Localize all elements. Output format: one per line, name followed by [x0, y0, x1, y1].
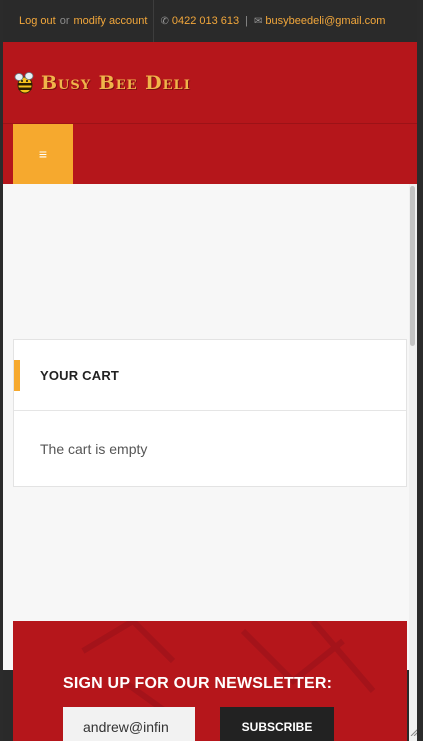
hamburger-menu-icon: ≡	[38, 146, 48, 162]
subscribe-button[interactable]: SUBSCRIBE	[220, 707, 334, 741]
or-text: or	[59, 15, 70, 27]
cart-title: YOUR CART	[40, 367, 120, 383]
scrollbar[interactable]	[409, 184, 417, 741]
phone-icon: ✆	[160, 15, 169, 27]
phone-number[interactable]: 0422 013 613	[172, 15, 239, 27]
menu-toggle-button[interactable]: ≡	[13, 124, 73, 184]
cart-header: YOUR CART	[14, 340, 406, 411]
envelope-icon: ✉	[254, 15, 263, 27]
email-link[interactable]: busybeedeli@gmail.com	[265, 15, 385, 27]
newsletter-section: SIGN UP FOR OUR NEWSLETTER: SUBSCRIBE	[13, 621, 407, 741]
contact-separator: |	[245, 15, 249, 27]
bee-icon	[14, 72, 34, 94]
cart-body: The cart is empty	[14, 411, 406, 457]
cart-empty-message: The cart is empty	[40, 441, 148, 457]
contact-info: ✆ 0422 013 613 | ✉ busybeedeli@gmail.com	[154, 0, 385, 42]
scrollbar-thumb[interactable]	[410, 186, 415, 346]
logout-link[interactable]: Log out	[19, 15, 56, 27]
logo-text: Busy Bee Deli	[41, 72, 191, 94]
cart-accent-bar	[14, 360, 20, 391]
page-viewport: Log out or modify account ✆ 0422 013 613…	[3, 0, 417, 741]
site-header: Busy Bee Deli	[3, 42, 417, 124]
newsletter-title: SIGN UP FOR OUR NEWSLETTER:	[63, 675, 333, 692]
footer-strip-left	[3, 670, 13, 741]
cart-panel: YOUR CART The cart is empty	[13, 339, 407, 487]
account-links: Log out or modify account	[3, 0, 155, 42]
resize-grip-icon[interactable]	[409, 726, 417, 736]
main-nav: ≡	[3, 124, 417, 184]
modify-account-link[interactable]: modify account	[73, 15, 147, 27]
top-bar: Log out or modify account ✆ 0422 013 613…	[3, 0, 417, 42]
newsletter-email-input[interactable]	[63, 707, 195, 741]
site-logo[interactable]: Busy Bee Deli	[13, 70, 191, 96]
